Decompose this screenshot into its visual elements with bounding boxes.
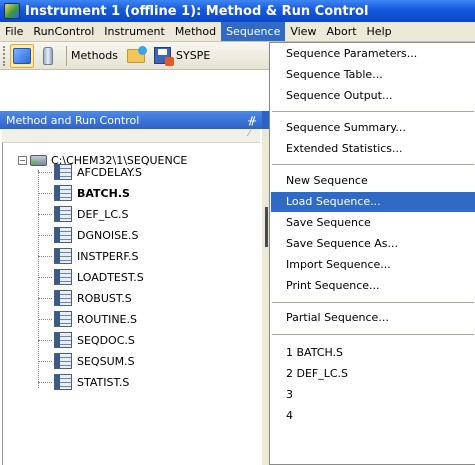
menu-instrument[interactable]: Instrument	[99, 22, 170, 41]
menu-item-sequence-summary[interactable]: Sequence Summary...	[271, 118, 475, 138]
sequence-file-icon	[54, 206, 72, 222]
menu-separator	[272, 334, 474, 335]
tree-item-loadtest[interactable]: LOADTEST.S	[38, 267, 144, 287]
toolbar-separator	[66, 45, 67, 66]
tree-item-label: SEQDOC.S	[77, 333, 135, 347]
panel-subheader: ⁄	[2, 129, 260, 143]
resize-grip-icon[interactable]: ⁄	[248, 129, 250, 139]
menu-item-sequence-table[interactable]: Sequence Table...	[271, 65, 475, 85]
menu-bar: File RunControl Instrument Method Sequen…	[0, 22, 475, 42]
tree-item-label: STATIST.S	[77, 375, 130, 389]
menu-help[interactable]: Help	[362, 22, 397, 41]
sample-bottle-icon	[43, 46, 53, 65]
sequence-menu: Sequence Parameters... Sequence Table...…	[269, 42, 475, 465]
toolbar-grip[interactable]	[3, 45, 6, 66]
menu-item-save-sequence[interactable]: Save Sequence	[271, 213, 475, 233]
sample-bottle-button[interactable]	[36, 44, 60, 68]
menu-item-print-sequence[interactable]: Print Sequence...	[271, 276, 475, 296]
window-title: Instrument 1 (offline 1): Method & Run C…	[25, 3, 369, 19]
tree-item-label: INSTPERF.S	[77, 249, 139, 263]
tree-item-robust[interactable]: ROBUST.S	[38, 288, 132, 308]
method-name-field[interactable]: SYSPE	[176, 49, 210, 62]
method-view-icon	[13, 47, 31, 64]
sequence-file-icon	[54, 290, 72, 306]
sequence-file-icon	[54, 227, 72, 243]
tree-item-seqsum[interactable]: SEQSUM.S	[38, 351, 135, 371]
tree-item-label: ROBUST.S	[77, 291, 132, 305]
tree-item-afcdelay[interactable]: AFCDELAY.S	[38, 162, 142, 182]
sequence-file-icon	[54, 374, 72, 390]
tree-item-label: BATCH.S	[77, 186, 130, 200]
menu-item-sequence-output[interactable]: Sequence Output...	[271, 86, 475, 106]
menu-runcontrol[interactable]: RunControl	[28, 22, 99, 41]
open-folder-icon	[127, 45, 147, 63]
save-icon	[153, 47, 174, 66]
tree-item-seqdoc[interactable]: SEQDOC.S	[38, 330, 135, 350]
sequence-file-icon	[54, 185, 72, 201]
splitter-handle[interactable]	[265, 207, 268, 247]
menu-item-import-sequence[interactable]: Import Sequence...	[271, 255, 475, 275]
menu-item-recent-4[interactable]: 4	[271, 406, 475, 426]
sequence-file-icon	[54, 353, 72, 369]
tree-item-def-lc[interactable]: DEF_LC.S	[38, 204, 129, 224]
open-method-button[interactable]	[124, 44, 148, 68]
pin-icon[interactable]: ᚌ	[248, 114, 256, 127]
menu-item-partial-sequence[interactable]: Partial Sequence...	[271, 308, 475, 328]
sequence-file-icon	[54, 311, 72, 327]
menu-item-recent-3[interactable]: 3	[271, 385, 475, 405]
methods-label: Methods	[71, 49, 118, 62]
menu-separator	[272, 111, 474, 112]
tree-item-statist[interactable]: STATIST.S	[38, 372, 129, 392]
menu-separator	[272, 164, 474, 165]
menu-item-recent-1[interactable]: 1 BATCH.S	[271, 343, 475, 363]
tree-item-label: AFCDELAY.S	[77, 165, 142, 179]
sequence-file-icon	[54, 248, 72, 264]
panel-title: Method and Run Control	[6, 113, 140, 127]
menu-item-recent-2[interactable]: 2 DEF_LC.S	[271, 364, 475, 384]
tree-item-routine[interactable]: ROUTINE.S	[38, 309, 137, 329]
sequence-file-icon	[54, 164, 72, 180]
panel-header: Method and Run Control ᚌ	[0, 111, 262, 129]
menu-view[interactable]: View	[285, 22, 321, 41]
app-icon	[4, 3, 20, 19]
title-bar: Instrument 1 (offline 1): Method & Run C…	[0, 0, 475, 22]
menu-item-save-sequence-as[interactable]: Save Sequence As...	[271, 234, 475, 254]
tree-item-instperf[interactable]: INSTPERF.S	[38, 246, 138, 266]
tree-item-dgnoise[interactable]: DGNOISE.S	[38, 225, 139, 245]
tree-item-label: DEF_LC.S	[77, 207, 129, 221]
menu-file[interactable]: File	[0, 22, 28, 41]
menu-item-sequence-parameters[interactable]: Sequence Parameters...	[271, 44, 475, 64]
save-method-button[interactable]	[150, 44, 174, 68]
menu-separator	[272, 302, 474, 303]
tree-item-label: DGNOISE.S	[77, 228, 139, 242]
sequence-file-icon	[54, 269, 72, 285]
tree-item-batch[interactable]: BATCH.S	[38, 183, 130, 203]
sequence-file-icon	[54, 332, 72, 348]
menu-item-new-sequence[interactable]: New Sequence	[271, 171, 475, 191]
menu-method[interactable]: Method	[170, 22, 221, 41]
tree-item-label: LOADTEST.S	[77, 270, 144, 284]
menu-item-extended-statistics[interactable]: Extended Statistics...	[271, 139, 475, 159]
menu-abort[interactable]: Abort	[321, 22, 361, 41]
method-view-button[interactable]	[10, 43, 34, 68]
menu-item-load-sequence[interactable]: Load Sequence...	[271, 192, 475, 212]
tree-item-label: ROUTINE.S	[77, 312, 137, 326]
collapse-toggle-icon[interactable]: −	[18, 156, 27, 165]
tree-item-label: SEQSUM.S	[77, 354, 135, 368]
menu-sequence[interactable]: Sequence	[221, 22, 286, 41]
